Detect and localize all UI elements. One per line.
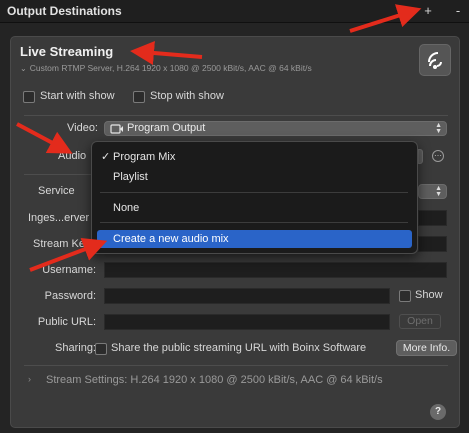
share-url-checkbox[interactable] [95, 343, 107, 355]
public-url-label: Public URL: [37, 316, 96, 328]
password-field[interactable] [104, 288, 390, 304]
stream-key-label: Stream Ke [33, 238, 85, 250]
menu-item-label: Create a new audio mix [113, 233, 229, 245]
public-url-field[interactable] [104, 314, 390, 330]
stream-subtitle-text: Custom RTMP Server, H.264 1920 x 1080 @ … [29, 63, 312, 73]
password-label: Password: [44, 290, 96, 302]
stop-with-show-label: Stop with show [150, 90, 224, 102]
chevron-updown-icon: ▲ ▼ [435, 122, 442, 135]
more-options-icon[interactable]: ⋯ [432, 150, 444, 162]
show-password-label: Show [415, 289, 443, 301]
stream-title: Live Streaming [20, 44, 114, 59]
chevron-down-icon: ⌄ [20, 64, 27, 73]
stream-settings-summary[interactable]: Stream Settings: H.264 1920 x 1080 @ 250… [46, 374, 383, 386]
start-with-show-label: Start with show [40, 90, 115, 102]
menu-item-none[interactable]: None [97, 199, 412, 217]
show-password-checkbox[interactable] [399, 290, 411, 302]
stream-subtitle[interactable]: ⌄ Custom RTMP Server, H.264 1920 x 1080 @… [20, 63, 312, 73]
menu-item-create-audio-mix[interactable]: Create a new audio mix [97, 230, 412, 248]
more-info-button[interactable]: More Info. [396, 340, 457, 356]
menu-item-label: None [113, 202, 140, 214]
menu-item-program-mix[interactable]: ✓ Program Mix [97, 148, 412, 166]
stream-key-field[interactable] [418, 236, 447, 252]
cast-icon[interactable] [419, 44, 451, 76]
open-url-button[interactable]: Open [399, 314, 441, 329]
menu-item-label: Playlist [113, 171, 148, 183]
ingest-server-label: Inges...erver [28, 212, 90, 224]
audio-label: Audio [58, 150, 87, 162]
menu-item-playlist[interactable]: Playlist [97, 168, 412, 186]
menu-separator [100, 192, 408, 193]
service-label: Service [38, 185, 75, 197]
remove-destination-button[interactable]: - [450, 2, 466, 20]
service-select[interactable]: ▲ ▼ [418, 184, 447, 199]
menu-separator [100, 222, 408, 223]
add-destination-button[interactable]: + [420, 2, 436, 20]
checkmark-icon: ✓ [101, 151, 111, 163]
window-title: Output Destinations [7, 4, 122, 18]
video-select[interactable]: Program Output ▲ ▼ [104, 121, 447, 136]
menu-item-label: Program Mix [113, 151, 176, 163]
divider [24, 174, 94, 175]
title-bar: Output Destinations + - [0, 0, 469, 23]
video-label: Video: [67, 122, 98, 134]
video-select-value: Program Output [127, 122, 206, 134]
username-field[interactable] [104, 262, 447, 278]
help-button[interactable]: ? [430, 404, 446, 420]
divider [24, 365, 448, 366]
audio-menu: ✓ Program Mix Playlist None Create a new… [91, 141, 418, 254]
share-url-text: Share the public streaming URL with Boin… [111, 342, 367, 354]
video-icon [110, 124, 123, 134]
audio-select-edge[interactable] [418, 149, 423, 164]
ingest-server-field[interactable] [418, 210, 447, 226]
chevron-updown-icon: ▲ ▼ [435, 185, 442, 198]
username-label: Username: [42, 264, 96, 276]
panel-header: Live Streaming ⌄ Custom RTMP Server, H.26… [11, 37, 459, 77]
chevron-right-icon[interactable]: › [28, 374, 31, 384]
sharing-label: Sharing: [55, 342, 96, 354]
start-with-show-checkbox[interactable] [23, 91, 35, 103]
divider [24, 115, 448, 116]
stop-with-show-checkbox[interactable] [133, 91, 145, 103]
